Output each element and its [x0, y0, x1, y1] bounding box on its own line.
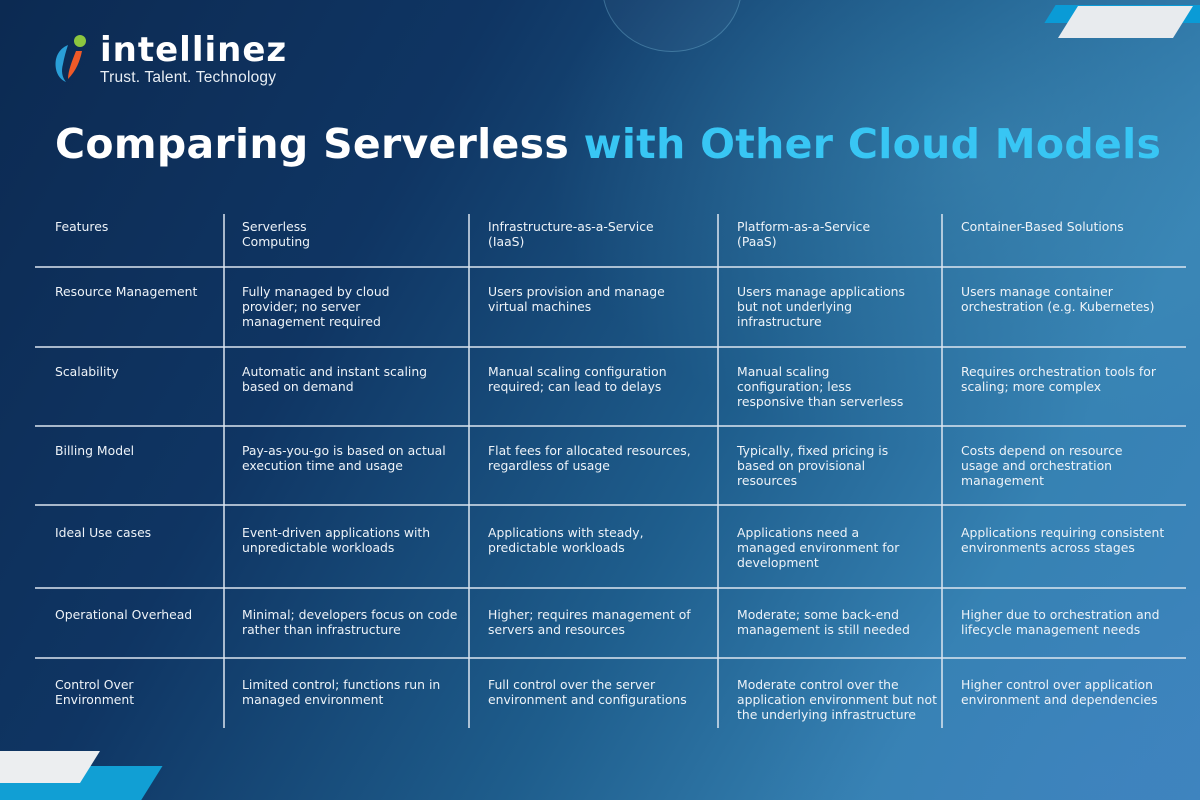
header-serverless: Serverless Computing [242, 219, 311, 249]
table-divider [35, 504, 1186, 506]
row-paas-cell: Moderate control over the application en… [737, 677, 937, 722]
column-divider [223, 214, 225, 728]
row-feature-label: Resource Management [55, 284, 198, 299]
column-divider [941, 214, 943, 728]
header-container: Container-Based Solutions [961, 219, 1124, 234]
row-paas-cell: Manual scaling configuration; less respo… [737, 364, 904, 409]
row-serverless-cell: Automatic and instant scaling based on d… [242, 364, 428, 394]
row-feature-label: Control Over Environment [55, 677, 135, 707]
header-paas: Platform-as-a-Service (PaaS) [737, 219, 871, 249]
row-feature-label: Scalability [55, 364, 119, 379]
column-divider [468, 214, 470, 728]
row-iaas-cell: Flat fees for allocated resources, regar… [488, 443, 691, 473]
row-serverless-cell: Minimal; developers focus on code rather… [242, 607, 458, 637]
table-divider [35, 587, 1186, 589]
table-divider [35, 266, 1186, 268]
header-iaas: Infrastructure-as-a-Service (IaaS) [488, 219, 654, 249]
row-iaas-cell: Full control over the server environment… [488, 677, 687, 707]
row-container-cell: Costs depend on resource usage and orche… [961, 443, 1123, 488]
row-container-cell: Higher due to orchestration and lifecycl… [961, 607, 1160, 637]
row-container-cell: Higher control over application environm… [961, 677, 1158, 707]
comparison-table: Features Serverless Computing Infrastruc… [0, 0, 1200, 800]
table-divider [35, 346, 1186, 348]
row-container-cell: Requires orchestration tools for scaling… [961, 364, 1156, 394]
row-paas-cell: Users manage applications but not underl… [737, 284, 905, 329]
row-feature-label: Billing Model [55, 443, 135, 458]
header-features: Features [55, 219, 109, 234]
row-container-cell: Users manage container orchestration (e.… [961, 284, 1155, 314]
column-divider [717, 214, 719, 728]
row-iaas-cell: Applications with steady, predictable wo… [488, 525, 644, 555]
row-feature-label: Ideal Use cases [55, 525, 152, 540]
row-serverless-cell: Event-driven applications with unpredict… [242, 525, 431, 555]
row-paas-cell: Applications need a managed environment … [737, 525, 900, 570]
row-paas-cell: Typically, fixed pricing is based on pro… [737, 443, 889, 488]
row-serverless-cell: Pay-as-you-go is based on actual executi… [242, 443, 446, 473]
table-divider [35, 425, 1186, 427]
table-divider [35, 657, 1186, 659]
row-container-cell: Applications requiring consistent enviro… [961, 525, 1165, 555]
row-iaas-cell: Users provision and manage virtual machi… [488, 284, 665, 314]
row-iaas-cell: Manual scaling configuration required; c… [488, 364, 667, 394]
row-iaas-cell: Higher; requires management of servers a… [488, 607, 691, 637]
row-paas-cell: Moderate; some back-end management is st… [737, 607, 910, 637]
row-feature-label: Operational Overhead [55, 607, 193, 622]
row-serverless-cell: Fully managed by cloud provider; no serv… [242, 284, 390, 329]
row-serverless-cell: Limited control; functions run in manage… [242, 677, 441, 707]
